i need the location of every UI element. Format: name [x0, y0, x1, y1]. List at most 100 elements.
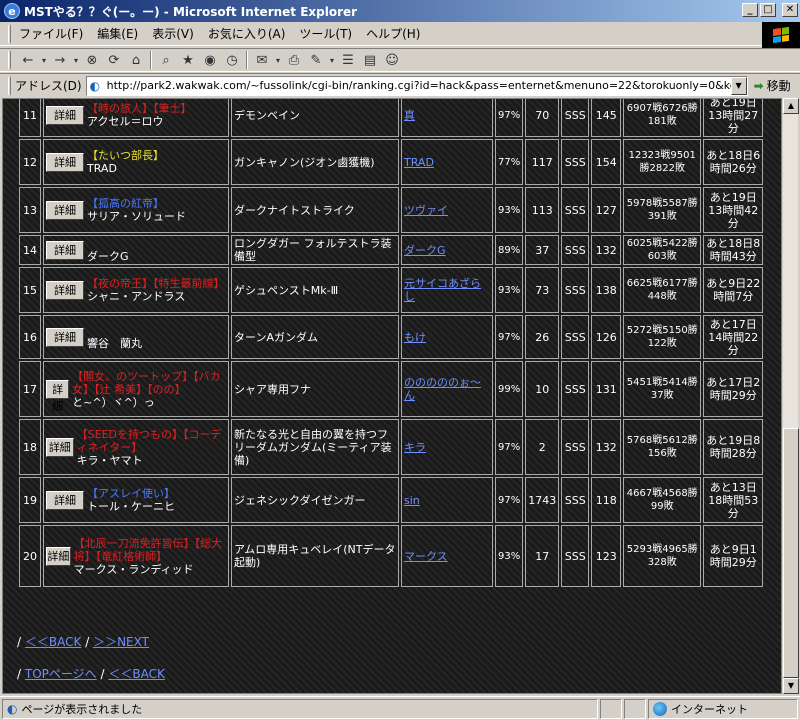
pilot-link[interactable]: ツヴァイ: [404, 204, 448, 217]
detail-button[interactable]: 詳細: [46, 280, 84, 300]
edit-dropdown-icon[interactable]: ▾: [327, 50, 337, 70]
close-button[interactable]: ✕: [782, 3, 798, 17]
stat-value: 2: [525, 419, 560, 475]
address-url[interactable]: http://park2.wakwak.com/~fussolink/cgi-b…: [107, 79, 731, 92]
table-row: 14 詳細 ダークG ロングダガー フォルテストラ装備型 ダークG 89% 37…: [19, 235, 764, 265]
player-title: 【たいつ部長】: [87, 149, 164, 162]
refresh-icon[interactable]: ⟳: [103, 50, 125, 70]
stat-value: 10: [525, 361, 560, 417]
scroll-thumb[interactable]: [783, 428, 799, 678]
mecha-name: アムロ専用キュベレイ(NTデータ起動): [231, 525, 399, 587]
player-title: 【SEEDを持つもの】【コーディネイター】: [76, 427, 222, 454]
minimize-button[interactable]: _: [742, 3, 758, 17]
menu-file[interactable]: ファイル(F): [19, 25, 83, 42]
globe-icon: [653, 701, 667, 716]
points-value: 138: [591, 267, 622, 313]
address-input[interactable]: ◐ http://park2.wakwak.com/~fussolink/cgi…: [85, 75, 748, 96]
menu-tools[interactable]: ツール(T): [299, 25, 352, 42]
stop-icon[interactable]: ⊗: [81, 50, 103, 70]
menu-help[interactable]: ヘルプ(H): [366, 25, 420, 42]
back-arrow-icon[interactable]: ←: [17, 50, 39, 70]
back-dropdown-icon[interactable]: ▾: [39, 50, 49, 70]
detail-button[interactable]: 詳細: [46, 105, 84, 125]
menu-bar: ファイル(F) 編集(E) 表示(V) お気に入り(A) ツール(T) ヘルプ(…: [0, 22, 800, 46]
go-button[interactable]: ➡ 移動: [754, 77, 791, 94]
address-dropdown-icon[interactable]: ▼: [730, 76, 747, 95]
messenger-icon[interactable]: ☺: [381, 50, 403, 70]
rank-number: 18: [19, 419, 41, 475]
player-title: 【時の旅人】【筆士】: [87, 102, 192, 115]
detail-button[interactable]: 詳細: [46, 379, 70, 413]
menubar-grip: [8, 24, 11, 43]
detail-button[interactable]: 詳細: [46, 546, 71, 566]
scroll-down-icon[interactable]: ▼: [783, 678, 799, 694]
grade-badge: SSS: [561, 235, 590, 265]
stat-value: 73: [525, 267, 560, 313]
forward-arrow-icon[interactable]: →: [49, 50, 71, 70]
menu-favorites[interactable]: お気に入り(A): [208, 25, 286, 42]
player-title: 【アスレイ使い】: [87, 487, 175, 500]
go-label: 移動: [766, 79, 791, 93]
menu-view[interactable]: 表示(V): [152, 25, 194, 42]
vertical-scrollbar[interactable]: ▲ ▼: [782, 98, 799, 694]
table-row: 20 詳細 【北辰一刀流免許皆伝】【総大将】【竜紅格術師】 マークス・ランディッ…: [19, 525, 764, 587]
player-title: 【北辰一刀流免許皆伝】【総大将】【竜紅格術師】: [73, 536, 223, 563]
pilot-link[interactable]: キラ: [404, 441, 426, 454]
pilot-link[interactable]: sin: [404, 494, 420, 507]
mecha-name: ゲシュペンストMk-Ⅲ: [231, 267, 399, 313]
time-remaining: あと18日6時間26分: [703, 139, 764, 185]
grade-badge: SSS: [561, 139, 590, 185]
detail-button[interactable]: 詳細: [46, 200, 84, 220]
pilot-link[interactable]: 真: [404, 109, 415, 122]
pilot-link[interactable]: もけ: [404, 331, 426, 344]
pilot-link[interactable]: マークス: [404, 550, 448, 563]
back-link[interactable]: ＜＜BACK: [25, 635, 81, 649]
stat-value: 37: [525, 235, 560, 265]
battle-record: 12323戦9501勝2822敗: [623, 139, 702, 185]
top-page-link[interactable]: TOPページへ: [25, 667, 97, 681]
grade-badge: SSS: [561, 267, 590, 313]
page-done-icon: ◐: [7, 701, 18, 716]
discuss-icon[interactable]: ☰: [337, 50, 359, 70]
status-bar: ◐ ページが表示されました インターネット: [0, 696, 800, 720]
media-icon[interactable]: ◉: [199, 50, 221, 70]
research-icon[interactable]: ▤: [359, 50, 381, 70]
detail-button[interactable]: 詳細: [46, 152, 84, 172]
mail-dropdown-icon[interactable]: ▾: [273, 50, 283, 70]
search-icon[interactable]: ⌕: [155, 50, 177, 70]
scroll-up-icon[interactable]: ▲: [783, 98, 799, 114]
win-percent: 93%: [495, 187, 524, 233]
bottom-back-link[interactable]: ＜＜BACK: [108, 667, 164, 681]
favorites-icon[interactable]: ★: [177, 50, 199, 70]
detail-button[interactable]: 詳細: [46, 437, 74, 457]
mail-icon[interactable]: ✉: [251, 50, 273, 70]
nav-slash: /: [17, 667, 22, 681]
table-row: 17 詳細 【閣女。のツートップ】【バカ女】【辻 希美】【のの】 と~^）ヾ^）…: [19, 361, 764, 417]
pilot-link[interactable]: 元サイコあざらし: [404, 277, 481, 303]
detail-button[interactable]: 詳細: [46, 490, 84, 510]
rank-number: 17: [19, 361, 41, 417]
detail-button[interactable]: 詳細: [46, 240, 84, 260]
history-icon[interactable]: ◷: [221, 50, 243, 70]
win-percent: 97%: [495, 99, 524, 137]
forward-dropdown-icon[interactable]: ▾: [71, 50, 81, 70]
detail-button[interactable]: 詳細: [46, 327, 84, 347]
pilot-link[interactable]: ダークG: [404, 244, 446, 257]
mecha-name: シャア専用フナ: [231, 361, 399, 417]
player-name: と~^）ヾ^）っ: [72, 395, 155, 409]
mecha-name: ガンキャノン(ジオン鹵獲機): [231, 139, 399, 185]
edit-icon[interactable]: ✎: [305, 50, 327, 70]
menu-edit[interactable]: 編集(E): [97, 25, 138, 42]
maximize-button[interactable]: □: [760, 3, 776, 17]
win-percent: 93%: [495, 267, 524, 313]
print-icon[interactable]: ⎙: [283, 50, 305, 70]
go-arrow-icon: ➡: [753, 78, 764, 93]
next-link[interactable]: ＞＞NEXT: [93, 635, 149, 649]
mecha-name: ターンAガンダム: [231, 315, 399, 359]
battle-record: 6025戦5422勝603敗: [623, 235, 702, 265]
window-title: MSTやる？？ぐ(ー。ー) - Microsoft Internet Explo…: [24, 4, 358, 19]
pilot-link[interactable]: のののののぉ〜ん: [404, 376, 481, 402]
home-icon[interactable]: ⌂: [125, 50, 147, 70]
page-content: 11 詳細 【時の旅人】【筆士】 アクセル＝ロウ デモンベイン 真 97% 70…: [2, 98, 782, 694]
pilot-link[interactable]: TRAD: [404, 156, 434, 169]
